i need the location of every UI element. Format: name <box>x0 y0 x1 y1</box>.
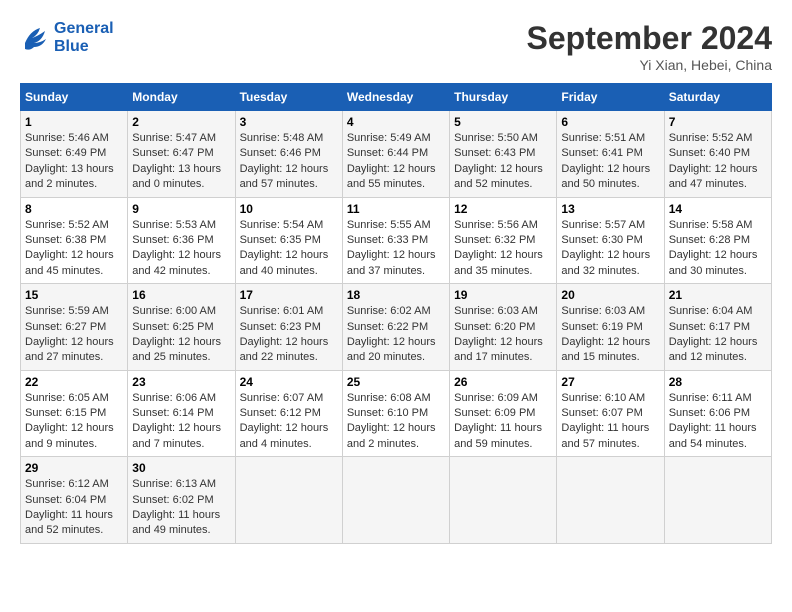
week-row-3: 15 Sunrise: 5:59 AMSunset: 6:27 PMDaylig… <box>21 284 772 371</box>
week-row-1: 1 Sunrise: 5:46 AMSunset: 6:49 PMDayligh… <box>21 111 772 198</box>
logo-icon <box>20 23 50 53</box>
day-cell-17: 17 Sunrise: 6:01 AMSunset: 6:23 PMDaylig… <box>235 284 342 371</box>
week-row-2: 8 Sunrise: 5:52 AMSunset: 6:38 PMDayligh… <box>21 197 772 284</box>
day-cell-26: 26 Sunrise: 6:09 AMSunset: 6:09 PMDaylig… <box>450 370 557 457</box>
day-cell-11: 11 Sunrise: 5:55 AMSunset: 6:33 PMDaylig… <box>342 197 449 284</box>
title-block: September 2024 Yi Xian, Hebei, China <box>527 20 772 73</box>
day-cell-9: 9 Sunrise: 5:53 AMSunset: 6:36 PMDayligh… <box>128 197 235 284</box>
day-cell-10: 10 Sunrise: 5:54 AMSunset: 6:35 PMDaylig… <box>235 197 342 284</box>
day-cell-23: 23 Sunrise: 6:06 AMSunset: 6:14 PMDaylig… <box>128 370 235 457</box>
empty-cell-3 <box>450 457 557 544</box>
day-cell-27: 27 Sunrise: 6:10 AMSunset: 6:07 PMDaylig… <box>557 370 664 457</box>
day-cell-13: 13 Sunrise: 5:57 AMSunset: 6:30 PMDaylig… <box>557 197 664 284</box>
weekday-header-row: Sunday Monday Tuesday Wednesday Thursday… <box>21 84 772 111</box>
day-cell-8: 8 Sunrise: 5:52 AMSunset: 6:38 PMDayligh… <box>21 197 128 284</box>
day-cell-29: 29 Sunrise: 6:12 AMSunset: 6:04 PMDaylig… <box>21 457 128 544</box>
header-wednesday: Wednesday <box>342 84 449 111</box>
day-cell-3: 3 Sunrise: 5:48 AMSunset: 6:46 PMDayligh… <box>235 111 342 198</box>
header-friday: Friday <box>557 84 664 111</box>
day-cell-1: 1 Sunrise: 5:46 AMSunset: 6:49 PMDayligh… <box>21 111 128 198</box>
day-cell-18: 18 Sunrise: 6:02 AMSunset: 6:22 PMDaylig… <box>342 284 449 371</box>
day-cell-22: 22 Sunrise: 6:05 AMSunset: 6:15 PMDaylig… <box>21 370 128 457</box>
empty-cell-2 <box>342 457 449 544</box>
week-row-4: 22 Sunrise: 6:05 AMSunset: 6:15 PMDaylig… <box>21 370 772 457</box>
header-thursday: Thursday <box>450 84 557 111</box>
empty-cell-4 <box>557 457 664 544</box>
week-row-5: 29 Sunrise: 6:12 AMSunset: 6:04 PMDaylig… <box>21 457 772 544</box>
day-cell-14: 14 Sunrise: 5:58 AMSunset: 6:28 PMDaylig… <box>664 197 771 284</box>
header-tuesday: Tuesday <box>235 84 342 111</box>
day-cell-7: 7 Sunrise: 5:52 AMSunset: 6:40 PMDayligh… <box>664 111 771 198</box>
page-header: General Blue September 2024 Yi Xian, Heb… <box>20 20 772 73</box>
location-text: Yi Xian, Hebei, China <box>527 57 772 73</box>
day-cell-28: 28 Sunrise: 6:11 AMSunset: 6:06 PMDaylig… <box>664 370 771 457</box>
day-cell-20: 20 Sunrise: 6:03 AMSunset: 6:19 PMDaylig… <box>557 284 664 371</box>
day-cell-12: 12 Sunrise: 5:56 AMSunset: 6:32 PMDaylig… <box>450 197 557 284</box>
header-sunday: Sunday <box>21 84 128 111</box>
day-cell-6: 6 Sunrise: 5:51 AMSunset: 6:41 PMDayligh… <box>557 111 664 198</box>
header-monday: Monday <box>128 84 235 111</box>
day-cell-4: 4 Sunrise: 5:49 AMSunset: 6:44 PMDayligh… <box>342 111 449 198</box>
day-cell-24: 24 Sunrise: 6:07 AMSunset: 6:12 PMDaylig… <box>235 370 342 457</box>
month-title: September 2024 <box>527 20 772 57</box>
day-cell-25: 25 Sunrise: 6:08 AMSunset: 6:10 PMDaylig… <box>342 370 449 457</box>
day-cell-21: 21 Sunrise: 6:04 AMSunset: 6:17 PMDaylig… <box>664 284 771 371</box>
logo-text: General Blue <box>54 20 114 56</box>
header-saturday: Saturday <box>664 84 771 111</box>
day-cell-2: 2 Sunrise: 5:47 AMSunset: 6:47 PMDayligh… <box>128 111 235 198</box>
day-cell-5: 5 Sunrise: 5:50 AMSunset: 6:43 PMDayligh… <box>450 111 557 198</box>
calendar-table: Sunday Monday Tuesday Wednesday Thursday… <box>20 83 772 544</box>
day-cell-30: 30 Sunrise: 6:13 AMSunset: 6:02 PMDaylig… <box>128 457 235 544</box>
day-cell-16: 16 Sunrise: 6:00 AMSunset: 6:25 PMDaylig… <box>128 284 235 371</box>
logo: General Blue <box>20 20 114 56</box>
day-cell-15: 15 Sunrise: 5:59 AMSunset: 6:27 PMDaylig… <box>21 284 128 371</box>
empty-cell-1 <box>235 457 342 544</box>
day-cell-19: 19 Sunrise: 6:03 AMSunset: 6:20 PMDaylig… <box>450 284 557 371</box>
empty-cell-5 <box>664 457 771 544</box>
